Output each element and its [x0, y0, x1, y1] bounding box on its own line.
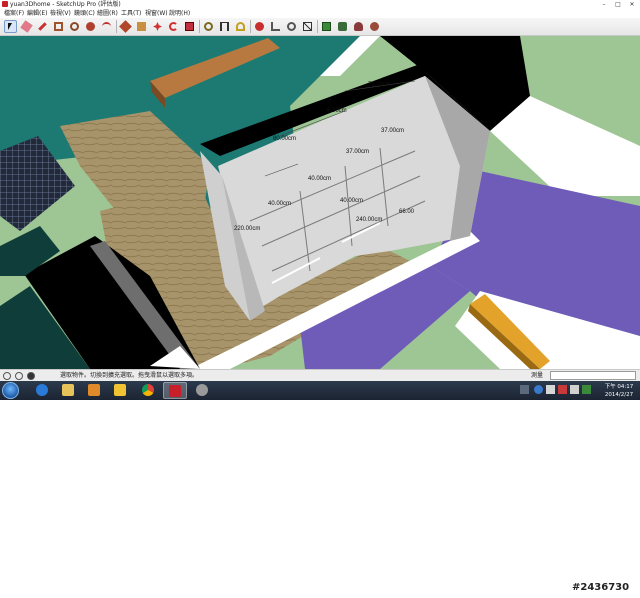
menu-file[interactable]: 檔案(F)	[4, 9, 24, 18]
maximize-button[interactable]: □	[612, 0, 624, 9]
close-button[interactable]: ✕	[626, 0, 638, 9]
menu-window[interactable]: 視窗(W)	[145, 9, 168, 18]
window-title: yuan3Dhome - SketchUp Pro (評估版)	[10, 1, 121, 8]
dimension-label: 240.00cm	[356, 217, 383, 223]
geo-location-icon[interactable]	[3, 372, 11, 380]
push-pull-icon[interactable]	[135, 20, 148, 33]
select-icon[interactable]	[4, 20, 17, 33]
dimension-icon[interactable]	[218, 20, 231, 33]
toolbar-separator	[317, 20, 318, 33]
start-button[interactable]	[2, 382, 19, 399]
eraser-icon[interactable]	[20, 20, 33, 33]
clock-time: 下午 04:17	[604, 384, 634, 390]
system-clock[interactable]: 下午 04:17 2014/2/27	[600, 381, 638, 400]
chrome-icon[interactable]	[136, 382, 160, 399]
protractor-icon[interactable]	[234, 20, 247, 33]
minimize-button[interactable]: –	[598, 0, 610, 9]
model-viewport[interactable]: 79.00cm 6.00cm 80.00cm 37.00cm 37.00cm 4…	[0, 36, 640, 369]
status-bar: 選取物件。切換到擴充選取。拖曳滑鼠以選取多項。 測量	[0, 369, 640, 381]
pan-icon[interactable]	[269, 20, 282, 33]
model-scene	[0, 36, 640, 369]
menu-draw[interactable]: 繪圖(R)	[97, 9, 118, 18]
arc-icon[interactable]	[100, 20, 113, 33]
toolbar	[0, 18, 640, 36]
dimension-label: 37.00cm	[381, 128, 405, 134]
dimension-label: 37.00cm	[346, 149, 370, 155]
menu-view[interactable]: 檢視(V)	[50, 9, 71, 18]
sketchup-app-icon	[2, 1, 8, 7]
circle-icon[interactable]	[68, 20, 81, 33]
zoom-icon[interactable]	[285, 20, 298, 33]
dimension-label: 220.00cm	[234, 226, 261, 232]
walk-icon[interactable]	[352, 20, 365, 33]
watermark: #2436730	[572, 582, 630, 593]
display-icon[interactable]	[582, 385, 591, 394]
dimension-label: 40.00cm	[268, 201, 292, 207]
clock-date: 2014/2/27	[604, 392, 634, 398]
status-hint: 選取物件。切換到擴充選取。拖曳滑鼠以選取多項。	[60, 372, 199, 379]
menu-bar: 檔案(F) 編輯(E) 檢視(V) 鏡頭(C) 繪圖(R) 工具(T) 視窗(W…	[0, 9, 640, 18]
taskbar: 下午 04:17 2014/2/27	[0, 381, 640, 400]
polygon-icon[interactable]	[84, 20, 97, 33]
app-icon[interactable]	[190, 382, 214, 399]
look-around-icon[interactable]	[368, 20, 381, 33]
rectangle-icon[interactable]	[52, 20, 65, 33]
move-icon[interactable]	[151, 20, 164, 33]
media-player-icon[interactable]	[82, 382, 106, 399]
rotate-icon[interactable]	[167, 20, 180, 33]
orbit-icon[interactable]	[253, 20, 266, 33]
toolbar-separator	[116, 20, 117, 33]
volume-icon[interactable]	[570, 385, 579, 394]
credits-icon[interactable]	[15, 372, 23, 380]
help-icon[interactable]	[27, 372, 35, 380]
measurements-label: 測量	[531, 372, 544, 379]
tape-measure-icon[interactable]	[202, 20, 215, 33]
title-bar: yuan3Dhome - SketchUp Pro (評估版) – □ ✕	[0, 0, 640, 9]
help-tray-icon[interactable]	[534, 385, 543, 394]
dimension-label: 80.00cm	[273, 136, 297, 142]
pencil-icon[interactable]	[36, 20, 49, 33]
dimension-label: 6.00cm	[327, 108, 347, 114]
folder-icon[interactable]	[108, 382, 132, 399]
flag-icon[interactable]	[546, 385, 555, 394]
toolbar-separator	[250, 20, 251, 33]
menu-help[interactable]: 說明(H)	[169, 9, 190, 18]
menu-camera[interactable]: 鏡頭(C)	[74, 9, 95, 18]
dimension-label: 79.00cm	[368, 82, 392, 88]
keyboard-icon[interactable]	[520, 385, 529, 394]
dimension-label: 66.00	[399, 209, 415, 215]
menu-edit[interactable]: 編輯(E)	[27, 9, 47, 18]
zoom-extents-icon[interactable]	[301, 20, 314, 33]
materials-icon[interactable]	[336, 20, 349, 33]
scale-icon[interactable]	[183, 20, 196, 33]
screen: yuan3Dhome - SketchUp Pro (評估版) – □ ✕ 檔案…	[0, 0, 640, 598]
components-icon[interactable]	[320, 20, 333, 33]
ie-icon[interactable]	[30, 382, 54, 399]
paint-bucket-icon[interactable]	[119, 20, 132, 33]
network-icon[interactable]	[558, 385, 567, 394]
toolbar-separator	[199, 20, 200, 33]
measurements-input[interactable]	[550, 371, 636, 380]
dimension-label: 40.00cm	[308, 176, 332, 182]
sketchup-icon[interactable]	[163, 382, 187, 399]
menu-tools[interactable]: 工具(T)	[121, 9, 141, 18]
dimension-label: 40.00cm	[340, 198, 364, 204]
explorer-icon[interactable]	[56, 382, 80, 399]
